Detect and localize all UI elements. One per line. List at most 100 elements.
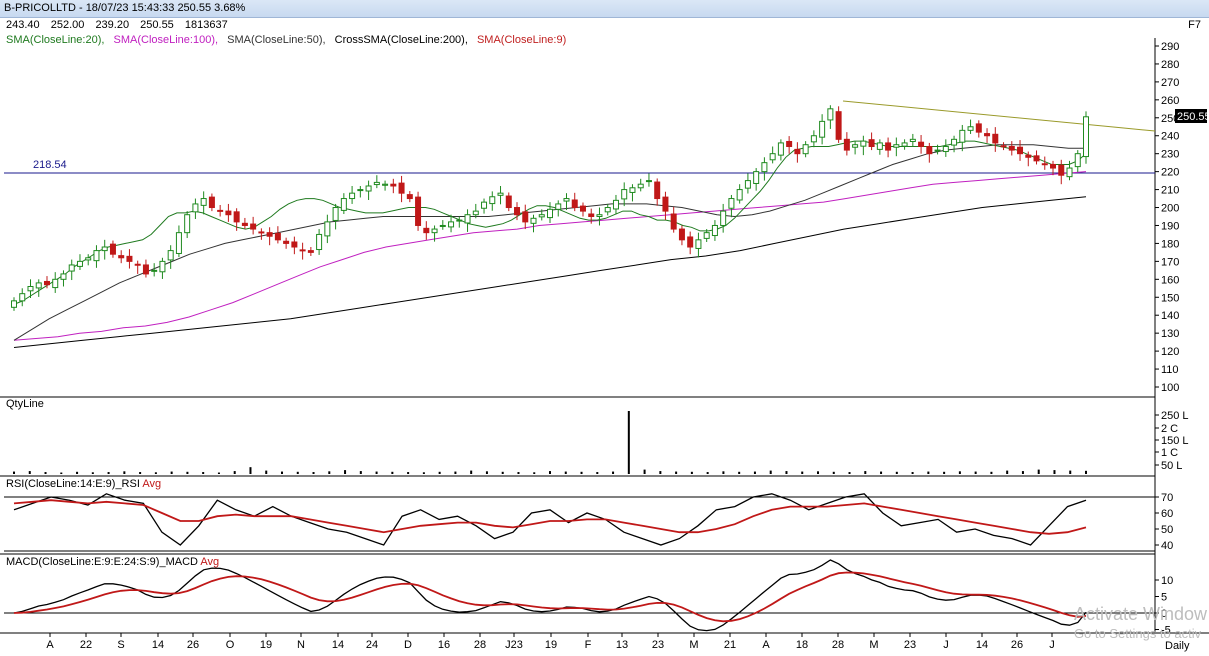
price-tick-label: 150 [1161, 292, 1179, 304]
candle-body [1083, 116, 1089, 158]
candle-body [27, 285, 34, 292]
date-tick-label: F [585, 639, 592, 651]
volume-bar [738, 471, 741, 474]
candle-body [225, 210, 232, 216]
candle-body [810, 135, 817, 143]
volume-bar [1021, 471, 1024, 474]
candle-body [52, 278, 59, 289]
candle-body [200, 198, 207, 206]
rsi-tick-label: 40 [1161, 540, 1173, 552]
volume-bars [13, 411, 1087, 474]
date-tick-label: 26 [1011, 639, 1023, 651]
volume-bar [848, 472, 851, 474]
rsi-tick-label: 60 [1161, 508, 1173, 520]
candle-body [547, 208, 553, 219]
date-tick-label: 28 [474, 639, 486, 651]
candle-body [184, 214, 191, 234]
volume-bar [533, 472, 536, 474]
volume-bar [454, 471, 457, 474]
candle-body [316, 233, 323, 251]
date-tick-label: J23 [505, 639, 523, 651]
volume-bar [596, 472, 599, 474]
volume-bar [501, 471, 504, 474]
candle-body [497, 192, 504, 196]
date-tick-label: A [46, 639, 54, 651]
candle-body [19, 293, 26, 302]
price-tick-label: 220 [1161, 167, 1179, 179]
candle-body [728, 198, 735, 209]
candle-body [1008, 146, 1015, 151]
candle-body [406, 194, 413, 200]
volume-bar [407, 472, 410, 474]
candle-body [926, 146, 933, 155]
qty-tick-label: 2 C [1161, 423, 1178, 435]
volume-bar [958, 471, 961, 474]
candle-body [134, 263, 141, 266]
candle-body [217, 209, 224, 212]
candle-body [951, 138, 958, 146]
price-tick-label: 110 [1161, 364, 1179, 376]
candle-body [274, 232, 281, 241]
candle-body [736, 189, 743, 201]
candle-body [769, 153, 776, 161]
candle-body [819, 120, 826, 138]
volume-bar [549, 471, 551, 474]
trend-line[interactable] [842, 100, 1156, 132]
macd-tick-label: -5 [1161, 625, 1171, 637]
qty-tick-label: 150 L [1161, 435, 1189, 447]
qty-tick-label: 50 L [1161, 460, 1182, 472]
candle-body [885, 142, 892, 151]
candle-body [1017, 146, 1024, 155]
volume-bar [1053, 470, 1056, 474]
price-tick-label: 130 [1161, 328, 1179, 340]
candle-body [35, 282, 42, 289]
date-tick-label: 28 [832, 639, 844, 651]
volume-bar [233, 471, 236, 474]
volume-bar [375, 471, 378, 474]
candle-body [439, 224, 446, 227]
candle-body [612, 199, 619, 210]
macd-tick-label: 0 [1161, 608, 1167, 620]
price-tick-label: 280 [1161, 59, 1179, 71]
candle-body [505, 195, 512, 209]
candle-body [984, 133, 991, 137]
date-tick-label: 13 [616, 639, 628, 651]
candle-body [340, 198, 347, 211]
candle-body [332, 207, 339, 221]
candle-body [11, 300, 17, 308]
candle-body [588, 213, 595, 217]
price-tick-label: 140 [1161, 310, 1179, 322]
candle-body [101, 246, 108, 252]
candle-body [975, 123, 982, 133]
candle-body [621, 189, 628, 200]
candle-body [489, 196, 496, 205]
candle-body [687, 236, 694, 248]
volume-bar [76, 471, 79, 474]
candle-body [307, 250, 314, 253]
price-tick-label: 230 [1161, 149, 1179, 161]
candle-body [538, 214, 545, 218]
qty-tick-label: 1 C [1161, 447, 1178, 459]
macd-avg-line [13, 571, 1087, 623]
volume-bar [864, 471, 867, 474]
volume-bar [60, 472, 63, 474]
volume-bar [438, 471, 441, 474]
candle-body [1000, 145, 1007, 148]
volume-bar [485, 471, 488, 474]
volume-bar [139, 472, 142, 474]
candle-body [291, 241, 298, 248]
price-tick-label: 200 [1161, 203, 1179, 215]
candle-body [192, 203, 199, 213]
volume-bar [943, 471, 946, 474]
volume-bar [107, 472, 110, 474]
volume-bar [990, 471, 993, 474]
candle-body [431, 228, 438, 234]
macd-axis: 10 5 0 -5 [4, 575, 1173, 637]
chart-canvas[interactable]: 218.54 290280270260250240230220210200190… [0, 0, 1209, 656]
candle-body [579, 205, 586, 212]
candle-body [373, 181, 380, 186]
candle-body [786, 140, 793, 148]
volume-bar [1085, 470, 1087, 474]
candle-body [662, 196, 669, 212]
candle-body [678, 228, 685, 241]
